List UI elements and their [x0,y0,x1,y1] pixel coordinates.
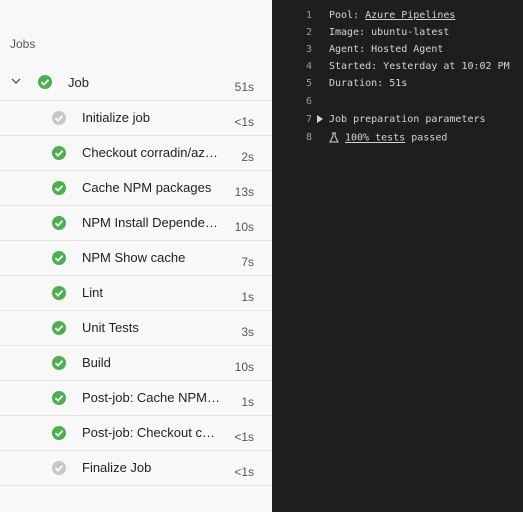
log-text-prefix: Pool: [329,10,366,21]
line-number: 1 [305,10,312,21]
step-label: Post-job: Checkout corradin/azure-pipeli… [82,425,222,440]
log-text: Pool: Azure Pipelines [329,10,455,21]
success-icon [52,321,66,335]
step-label: NPM Show cache [82,250,186,265]
tests-suffix: passed [405,132,448,144]
step-duration: 1s [241,395,254,409]
log-line: 4 Started: Yesterday at 10:02 PM [272,61,523,78]
step-label: Initialize job [82,110,150,125]
step-label: Build [82,355,111,370]
job-duration: 51s [234,80,254,94]
success-icon [52,181,66,195]
flask-icon [329,132,339,143]
success-icon [52,286,66,300]
log-line: 6 [272,96,523,113]
log-line-expandable[interactable]: 7 Job preparation parameters [272,114,523,131]
line-number: 3 [305,44,312,55]
chevron-down-icon[interactable] [10,75,22,87]
success-icon [52,146,66,160]
step-row[interactable]: NPM Install Dependencies 10s [0,206,272,241]
step-duration: 10s [234,360,254,374]
success-icon [52,426,66,440]
step-duration: 7s [241,255,254,269]
line-number: 6 [305,96,312,107]
jobs-panel: Jobs Job 51s Initialize job <1s Checkout c… [0,0,272,512]
log-text: 100% tests passed [329,132,447,144]
step-row[interactable]: Post-job: Cache NPM packages 1s [0,381,272,416]
log-panel: 1 Pool: Azure Pipelines 2 Image: ubuntu-… [272,0,523,512]
log-text: Started: Yesterday at 10:02 PM [329,61,510,72]
line-number: 7 [305,114,312,125]
line-number: 2 [305,27,312,38]
step-label: Unit Tests [82,320,139,335]
success-icon [52,356,66,370]
step-label: NPM Install Dependencies [82,215,222,230]
step-duration: <1s [234,430,254,444]
step-duration: 10s [234,220,254,234]
step-label: Finalize Job [82,460,152,475]
log-line: 8 100% tests passed [272,132,523,149]
log-text: Agent: Hosted Agent [329,44,444,55]
step-row[interactable]: Finalize Job <1s [0,451,272,486]
log-line: 3 Agent: Hosted Agent [272,44,523,61]
step-duration: 2s [241,150,254,164]
step-duration: 13s [234,185,254,199]
line-number: 8 [305,132,312,143]
step-duration: <1s [234,115,254,129]
step-row[interactable]: Lint 1s [0,276,272,311]
step-label: Checkout corradin/azure-pipelines [82,145,222,160]
success-icon [52,251,66,265]
skipped-icon [52,461,66,475]
job-preparation-parameters[interactable]: Job preparation parameters [329,114,486,125]
step-row[interactable]: Initialize job <1s [0,101,272,136]
step-row[interactable]: Unit Tests 3s [0,311,272,346]
step-duration: 3s [241,325,254,339]
expand-triangle-icon[interactable] [317,115,323,123]
step-row[interactable]: Cache NPM packages 13s [0,171,272,206]
job-label: Job [68,75,89,90]
step-row[interactable]: Post-job: Checkout corradin/azure-pipeli… [0,416,272,451]
success-icon [52,216,66,230]
tests-link[interactable]: 100% tests [345,133,405,144]
log-text: Image: ubuntu-latest [329,27,450,38]
jobs-section-title: Jobs [10,37,36,51]
log-line: 5 Duration: 51s [272,78,523,95]
step-label: Post-job: Cache NPM packages [82,390,222,405]
pool-link[interactable]: Azure Pipelines [365,10,455,21]
log-line: 1 Pool: Azure Pipelines [272,10,523,27]
line-number: 5 [305,78,312,89]
step-duration: <1s [234,465,254,479]
step-duration: 1s [241,290,254,304]
job-row[interactable]: Job 51s [0,65,272,101]
success-icon [38,75,52,89]
log-line: 2 Image: ubuntu-latest [272,27,523,44]
skipped-icon [52,111,66,125]
success-icon [52,391,66,405]
log-text[interactable]: Job preparation parameters [317,114,486,125]
line-number: 4 [305,61,312,72]
step-row[interactable]: Checkout corradin/azure-pipelines 2s [0,136,272,171]
step-label: Cache NPM packages [82,180,212,195]
step-row[interactable]: NPM Show cache 7s [0,241,272,276]
step-label: Lint [82,285,103,300]
log-text: Duration: 51s [329,78,408,89]
step-row[interactable]: Build 10s [0,346,272,381]
